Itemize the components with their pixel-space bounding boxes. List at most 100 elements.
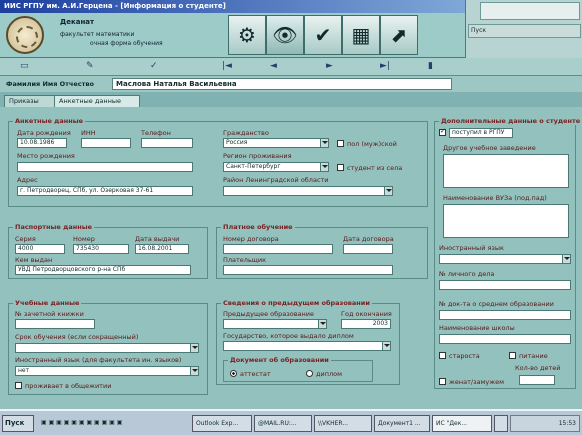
head-checkbox[interactable] (439, 352, 446, 359)
delete-record-icon[interactable]: ▮ (428, 61, 433, 71)
view-toolbar-button[interactable]: 👁 (266, 15, 304, 55)
married-checkbox[interactable] (439, 378, 446, 385)
lang-select[interactable]: нет (15, 366, 199, 376)
vuz-name-field[interactable] (443, 204, 569, 238)
prev-record-button[interactable]: ◄ (270, 61, 277, 71)
chevron-down-icon[interactable] (562, 255, 570, 263)
overlay-taskbar: Пуск (468, 24, 581, 38)
gender-label: пол (муж)ской (347, 140, 397, 148)
inn-field[interactable] (81, 138, 131, 148)
prev-edu-select[interactable] (223, 319, 327, 329)
school-name-field[interactable] (439, 334, 571, 344)
quick-launch-icons[interactable]: ▣ ▣ ▣ ▣ ▣ ▣ ▣ ▣ ▣ ▣ ▣ (41, 419, 122, 426)
phone-field[interactable] (141, 138, 193, 148)
region-label: Регион проживания (223, 152, 292, 160)
eye-icon: 👁 (272, 23, 298, 47)
chevron-down-icon[interactable] (320, 163, 328, 171)
task-outlook[interactable]: Outlook Exp... (192, 415, 252, 432)
reports-toolbar-button[interactable]: ▦ (342, 15, 380, 55)
chevron-down-icon[interactable] (318, 320, 326, 328)
overlay-window-pane (480, 2, 580, 20)
certificate-radio[interactable] (230, 370, 237, 377)
save-record-icon[interactable]: ✓ (150, 61, 158, 71)
chevron-down-icon[interactable] (320, 139, 328, 147)
tab-personal-data[interactable]: Анкетные данные (54, 95, 140, 107)
head-label: староста (449, 352, 480, 360)
district-label: Район Ленинградской области (223, 176, 329, 184)
form-content: Анкетные данные Дата рождения 10.08.1986… (0, 107, 582, 409)
group-prev-edu: Сведения о предыдущем образовании Предыд… (216, 299, 400, 385)
children-field[interactable] (519, 375, 555, 385)
series-field[interactable]: 4000 (15, 244, 65, 254)
last-record-button[interactable]: ►| (380, 61, 390, 71)
contract-field[interactable] (223, 244, 333, 254)
secondary-doc-field[interactable] (439, 310, 571, 320)
citizenship-select[interactable]: Россия (223, 138, 329, 148)
lang-value: нет (18, 367, 30, 374)
vuz-name-label: Наименование ВУЗа (под.пад) (443, 194, 547, 202)
foreign-lang-select[interactable] (439, 254, 571, 264)
food-checkbox[interactable] (509, 352, 516, 359)
edit-record-icon[interactable]: ✎ (86, 61, 94, 71)
foreign-lang-label: Иностранный язык (439, 244, 504, 252)
village-checkbox[interactable] (337, 164, 344, 171)
fio-field[interactable]: Маслова Наталья Васильевна (112, 78, 452, 90)
other-inst-field[interactable] (443, 154, 569, 188)
start-label: Пуск (5, 419, 25, 427)
contract-date-field[interactable] (343, 244, 393, 254)
task-is-dekanat[interactable]: ИС "Дек... (432, 415, 492, 432)
check-icon: ✓ (440, 127, 446, 135)
entered-checkbox[interactable]: ✓ (439, 127, 446, 136)
exit-toolbar-button[interactable]: ⬈ (380, 15, 418, 55)
other-inst-label: Другое учебное заведение (443, 144, 536, 152)
inn-label: ИНН (81, 129, 96, 137)
gender-checkbox[interactable] (337, 140, 344, 147)
school-name-label: Наименование школы (439, 324, 515, 332)
start-button[interactable]: Пуск (2, 415, 34, 432)
personal-file-field[interactable] (439, 280, 571, 290)
term-select[interactable] (15, 343, 199, 353)
chevron-down-icon[interactable] (382, 342, 390, 350)
dob-label: Дата рождения (17, 129, 71, 137)
task-document[interactable]: Документ1 ... (374, 415, 430, 432)
series-label: Серия (15, 235, 36, 243)
region-select[interactable]: Санкт-Петербург (223, 162, 329, 172)
grad-year-field[interactable]: 2003 (341, 319, 391, 329)
group-passport-title: Паспортные данные (13, 223, 95, 231)
chevron-down-icon[interactable] (384, 187, 392, 195)
task-document-label: Документ1 ... (378, 420, 421, 427)
number-field[interactable]: 735430 (73, 244, 129, 254)
children-label: Кол-во детей (515, 364, 561, 372)
new-record-icon[interactable]: ▭ (20, 61, 29, 71)
payer-field[interactable] (223, 265, 393, 275)
tools-toolbar-button[interactable]: ⚙ (228, 15, 266, 55)
district-select[interactable] (223, 186, 393, 196)
address-field[interactable]: г. Петродворец, СПб, ул. Озерковая 37-61 (17, 186, 193, 196)
task-extra-1[interactable] (494, 415, 508, 432)
issue-date-field[interactable]: 16.08.2001 (135, 244, 189, 254)
chevron-down-icon[interactable] (190, 344, 198, 352)
dob-field[interactable]: 10.08.1986 (17, 138, 67, 148)
record-book-field[interactable] (15, 319, 95, 329)
group-study: Учебные данные № зачетной книжки Срок об… (8, 299, 208, 395)
task-mail[interactable]: @MAIL.RU:... (254, 415, 312, 432)
first-record-button[interactable]: |◄ (222, 61, 232, 71)
contract-label: Номер договора (223, 235, 279, 243)
chevron-down-icon[interactable] (190, 367, 198, 375)
task-vkher-label: \\VKHER... (318, 420, 349, 427)
overlay-desktop-snippet: Пуск (465, 0, 582, 58)
university-seal-icon (6, 16, 44, 54)
task-vkher[interactable]: \\VKHER... (314, 415, 372, 432)
gears-icon: ⚙ (238, 23, 256, 47)
birthplace-label: Место рождения (17, 152, 75, 160)
tray-clock: 15:53 (558, 420, 576, 427)
diploma-label: диплом (316, 370, 343, 378)
next-record-button[interactable]: ► (326, 61, 333, 71)
issuer-field[interactable]: УВД Петродворцовского р-на СПб (15, 265, 191, 275)
diploma-state-select[interactable] (223, 341, 391, 351)
diploma-radio[interactable] (306, 370, 313, 377)
dorm-checkbox[interactable] (15, 382, 22, 389)
check-toolbar-button[interactable]: ✔ (304, 15, 342, 55)
birthplace-field[interactable] (17, 162, 193, 172)
lang-label: Иностранный язык (для факультета ин. язы… (15, 356, 182, 364)
